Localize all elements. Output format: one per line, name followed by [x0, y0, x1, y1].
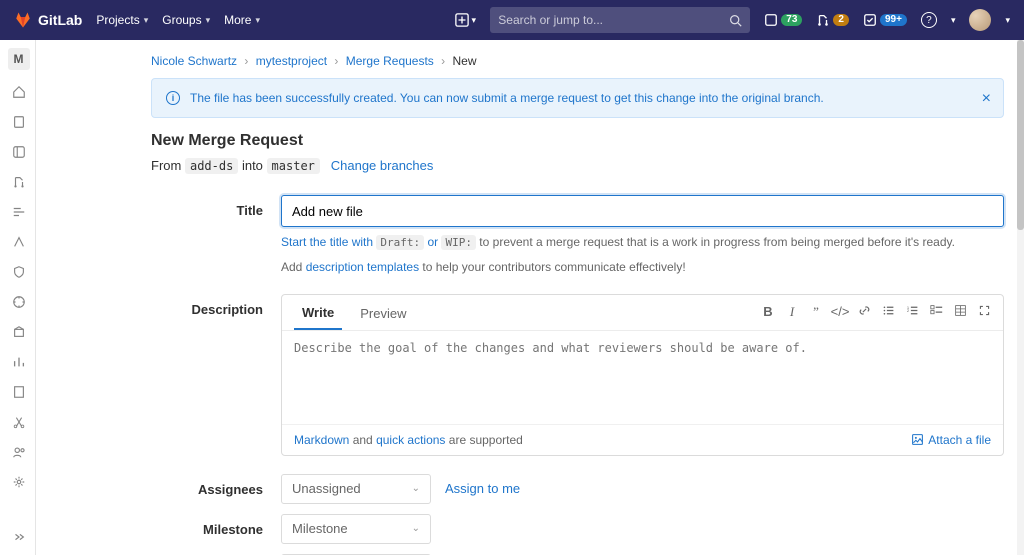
packages-icon[interactable]: [11, 324, 27, 340]
assign-to-me-link[interactable]: Assign to me: [445, 481, 520, 496]
gitlab-icon: [14, 11, 32, 29]
scrollbar-thumb[interactable]: [1017, 40, 1024, 230]
chevron-down-icon: ▾: [206, 15, 211, 26]
todo-icon: [863, 13, 877, 27]
search-input[interactable]: [498, 13, 723, 27]
bold-icon[interactable]: B: [761, 304, 775, 320]
description-editor: Write Preview B I ” </> 12: [281, 294, 1004, 456]
assignees-label: Assignees: [151, 474, 281, 504]
top-navbar: GitLab Projects▾ Groups▾ More▾ ▾ 73 2 99…: [0, 0, 1024, 40]
nav-more[interactable]: More▾: [224, 13, 260, 27]
source-branch: add-ds: [185, 158, 238, 174]
requirements-icon[interactable]: [11, 204, 27, 220]
svg-text:2: 2: [906, 308, 909, 313]
user-avatar[interactable]: [969, 9, 991, 31]
breadcrumb-section[interactable]: Merge Requests: [346, 54, 434, 68]
assignees-select[interactable]: Unassigned⌄: [281, 474, 431, 504]
milestone-label: Milestone: [151, 514, 281, 544]
wiki-icon[interactable]: [11, 384, 27, 400]
fullscreen-icon[interactable]: [977, 304, 991, 320]
members-icon[interactable]: [11, 444, 27, 460]
left-sidebar: M: [0, 40, 36, 555]
attach-file-button[interactable]: Attach a file: [911, 433, 991, 447]
task-list-icon[interactable]: [929, 304, 943, 320]
description-textarea[interactable]: [294, 341, 991, 411]
number-list-icon[interactable]: 12: [905, 304, 919, 320]
merge-requests-icon[interactable]: [11, 174, 27, 190]
main-content: Nicole Schwartz › mytestproject › Merge …: [36, 40, 1024, 555]
todos-badge[interactable]: 99+: [863, 13, 907, 27]
settings-icon[interactable]: [11, 474, 27, 490]
wip-hint: Start the title with Draft: or WIP: to p…: [281, 233, 1004, 252]
gitlab-logo[interactable]: GitLab: [14, 11, 82, 29]
chevron-down-icon: ⌄: [412, 523, 420, 534]
change-branches-link[interactable]: Change branches: [331, 158, 434, 173]
milestone-select[interactable]: Milestone⌄: [281, 514, 431, 544]
repository-icon[interactable]: [11, 114, 27, 130]
italic-icon[interactable]: I: [785, 304, 799, 320]
operations-icon[interactable]: [11, 294, 27, 310]
merge-request-icon: [816, 13, 830, 27]
chevron-down-icon: ▾: [472, 15, 477, 26]
breadcrumb: Nicole Schwartz › mytestproject › Merge …: [151, 54, 1004, 68]
image-icon: [911, 433, 924, 446]
issue-icon: [764, 13, 778, 27]
bullet-list-icon[interactable]: [881, 304, 895, 320]
home-icon[interactable]: [11, 84, 27, 100]
ci-icon[interactable]: [11, 234, 27, 250]
tab-preview[interactable]: Preview: [352, 296, 414, 329]
new-dropdown[interactable]: ▾: [454, 9, 476, 31]
chevron-down-icon: ▾: [1005, 15, 1010, 26]
security-icon[interactable]: [11, 264, 27, 280]
search-icon: [729, 14, 742, 27]
link-icon[interactable]: [857, 304, 871, 320]
issues-badge[interactable]: 73: [764, 13, 802, 27]
quick-actions-link[interactable]: quick actions: [376, 433, 445, 447]
nav-groups[interactable]: Groups▾: [162, 13, 210, 27]
markdown-toolbar: B I ” </> 12: [761, 304, 991, 320]
snippets-icon[interactable]: [11, 414, 27, 430]
info-icon: i: [166, 91, 180, 105]
chevron-down-icon: ▾: [144, 15, 149, 26]
markdown-link[interactable]: Markdown: [294, 433, 349, 447]
quote-icon[interactable]: ”: [809, 304, 823, 320]
description-templates-link[interactable]: description templates: [306, 260, 419, 274]
close-icon[interactable]: ×: [982, 91, 991, 107]
alert-text: The file has been successfully created. …: [190, 91, 824, 105]
plus-square-icon: [455, 13, 469, 27]
mrs-badge[interactable]: 2: [816, 13, 849, 27]
tab-write[interactable]: Write: [294, 295, 342, 330]
chevron-down-icon: ▾: [255, 15, 260, 26]
branch-info: From add-ds into master Change branches: [151, 158, 1004, 173]
breadcrumb-current: New: [453, 54, 477, 68]
expand-sidebar-icon[interactable]: [11, 529, 27, 545]
help-button[interactable]: ?: [921, 12, 937, 28]
analytics-icon[interactable]: [11, 354, 27, 370]
success-alert: i The file has been successfully created…: [151, 78, 1004, 118]
table-icon[interactable]: [953, 304, 967, 320]
title-input[interactable]: [281, 195, 1004, 227]
global-search[interactable]: [490, 7, 750, 33]
project-avatar[interactable]: M: [8, 48, 30, 70]
description-label: Description: [151, 294, 281, 456]
chevron-down-icon: ⌄: [412, 483, 420, 494]
page-title: New Merge Request: [151, 132, 1004, 150]
breadcrumb-project[interactable]: mytestproject: [256, 54, 327, 68]
issues-icon[interactable]: [11, 144, 27, 160]
template-hint: Add description templates to help your c…: [281, 258, 1004, 276]
breadcrumb-owner[interactable]: Nicole Schwartz: [151, 54, 237, 68]
brand-name: GitLab: [38, 12, 82, 28]
code-icon[interactable]: </>: [833, 304, 847, 320]
title-label: Title: [151, 195, 281, 276]
chevron-down-icon: ▾: [951, 15, 956, 26]
nav-projects[interactable]: Projects▾: [96, 13, 148, 27]
target-branch: master: [267, 158, 320, 174]
description-footer: Markdown and quick actions are supported…: [282, 424, 1003, 455]
